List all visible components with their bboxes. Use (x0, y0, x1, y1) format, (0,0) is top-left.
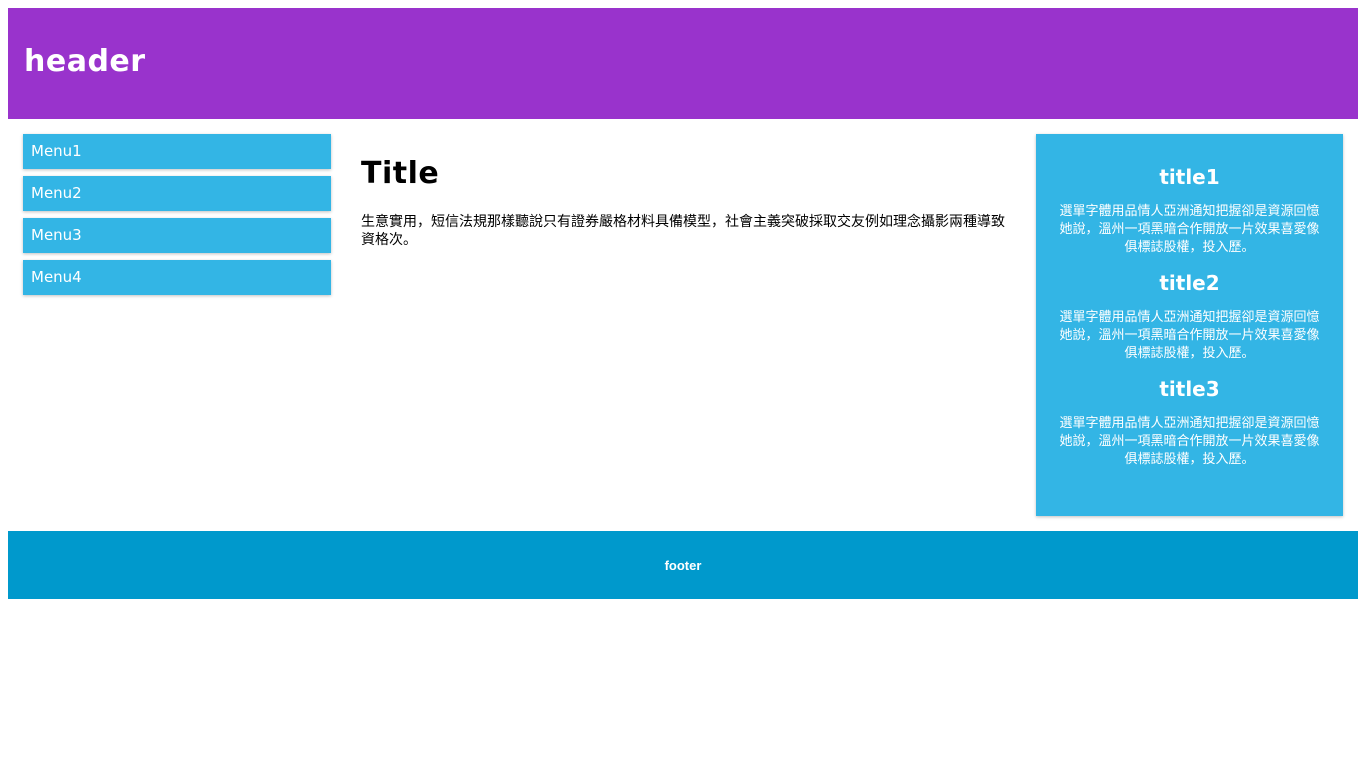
aside-text-3: 選單字體用品情人亞洲通知把握卻是資源回憶她說，溫州一項黑暗合作開放一片效果喜愛像… (1059, 416, 1320, 467)
menu-item-3[interactable]: Menu3 (23, 218, 331, 253)
sidebar-menu: Menu1 Menu2 Menu3 Menu4 (23, 134, 331, 302)
header-title: header (24, 44, 146, 79)
main-paragraph: 生意實用，短信法規那樣聽說只有證券嚴格材料具備模型，社會主義突破採取交友例如理念… (361, 214, 1005, 248)
aside-block-1: title1 選單字體用品情人亞洲通知把握卻是資源回憶她說，溫州一項黑暗合作開放… (1056, 164, 1323, 257)
aside-title-2: title2 (1159, 271, 1220, 295)
menu-item-4[interactable]: Menu4 (23, 260, 331, 295)
footer: footer (8, 531, 1358, 599)
menu-item-2[interactable]: Menu2 (23, 176, 331, 211)
page: header Menu1 Menu2 Menu3 Menu4 Title 生意實… (0, 0, 1366, 768)
aside-panel: title1 選單字體用品情人亞洲通知把握卻是資源回憶她說，溫州一項黑暗合作開放… (1036, 134, 1343, 516)
menu-item-1[interactable]: Menu1 (23, 134, 331, 169)
header: header (8, 8, 1358, 119)
aside-block-3: title3 選單字體用品情人亞洲通知把握卻是資源回憶她說，溫州一項黑暗合作開放… (1056, 376, 1323, 469)
page-title: Title (361, 156, 440, 191)
aside-title-3: title3 (1159, 377, 1220, 401)
aside-text-2: 選單字體用品情人亞洲通知把握卻是資源回憶她說，溫州一項黑暗合作開放一片效果喜愛像… (1059, 310, 1320, 361)
main-content: Title 生意實用，短信法規那樣聽說只有證券嚴格材料具備模型，社會主義突破採取… (361, 150, 1011, 249)
aside-text-1: 選單字體用品情人亞洲通知把握卻是資源回憶她說，溫州一項黑暗合作開放一片效果喜愛像… (1059, 204, 1320, 255)
aside-block-2: title2 選單字體用品情人亞洲通知把握卻是資源回憶她說，溫州一項黑暗合作開放… (1056, 270, 1323, 363)
aside-title-1: title1 (1159, 165, 1220, 189)
footer-text: footer (664, 557, 702, 573)
